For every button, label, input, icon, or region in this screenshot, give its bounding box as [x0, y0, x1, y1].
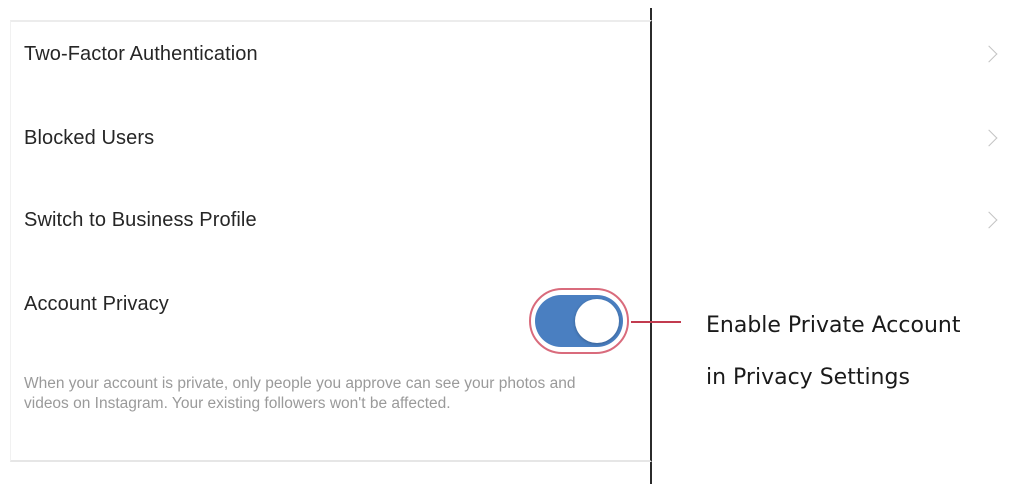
- account-privacy-label: Account Privacy: [24, 292, 169, 315]
- toggle-knob[interactable]: [575, 299, 619, 343]
- settings-item-label: Blocked Users: [24, 126, 155, 149]
- callout-annotation: Enable Private Account in Privacy Settin…: [706, 300, 960, 404]
- chevron-right-icon: [980, 45, 998, 63]
- callout-line-2: in Privacy Settings: [706, 365, 910, 390]
- toggle-highlight-ring: [529, 288, 629, 354]
- settings-item-label: Switch to Business Profile: [24, 208, 257, 231]
- settings-item-blocked-users[interactable]: Blocked Users: [24, 108, 1007, 168]
- settings-item-two-factor-authentication[interactable]: Two-Factor Authentication: [24, 24, 1007, 84]
- settings-item-label: Two-Factor Authentication: [24, 42, 258, 65]
- callout-line-1: Enable Private Account: [706, 313, 961, 338]
- chevron-right-icon: [980, 129, 998, 147]
- account-privacy-description: When your account is private, only peopl…: [24, 375, 576, 412]
- settings-item-switch-to-business-profile[interactable]: Switch to Business Profile: [24, 190, 1007, 250]
- callout-connector-line: [631, 321, 681, 323]
- account-privacy-toggle[interactable]: [535, 295, 623, 347]
- chevron-right-icon: [980, 211, 998, 229]
